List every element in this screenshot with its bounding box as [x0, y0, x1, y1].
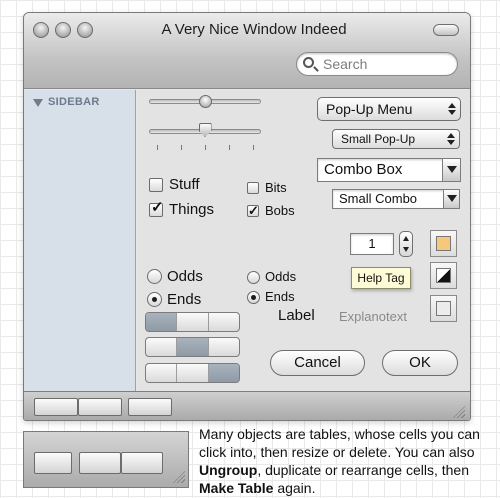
minimize-button[interactable] — [55, 22, 71, 38]
content-area: Pop-Up Menu Small Pop-Up Combo Box Small… — [137, 90, 470, 391]
explanation-note: Many objects are tables, whose cells you… — [199, 425, 499, 497]
segment[interactable] — [177, 364, 209, 382]
combo-box-value: Combo Box — [324, 161, 403, 178]
stepper-up-icon[interactable] — [403, 236, 409, 241]
close-button[interactable] — [33, 22, 49, 38]
help-tag: Help Tag — [351, 267, 411, 289]
small-popup[interactable]: Small Pop-Up — [332, 129, 460, 149]
small-combo-value: Small Combo — [339, 191, 418, 206]
ticked-slider-knob[interactable] — [198, 123, 212, 137]
slider-tick — [205, 145, 206, 150]
title-bar[interactable]: A Very Nice Window Indeed — [24, 13, 470, 89]
small-combo-button[interactable] — [443, 190, 459, 208]
color-well-orange[interactable] — [430, 230, 457, 257]
search-field[interactable] — [296, 52, 458, 76]
checkbox-stuff-label: Stuff — [169, 176, 200, 193]
small-radio-odds[interactable] — [247, 271, 260, 284]
checkbox-stuff[interactable] — [149, 178, 163, 192]
stepper-control[interactable] — [399, 231, 413, 257]
checkbox-things-label: Things — [169, 201, 215, 218]
segment[interactable] — [146, 313, 178, 331]
explanatory-text: Explanotext — [339, 309, 407, 324]
combo-box[interactable]: Combo Box — [317, 158, 461, 182]
small-combo-box[interactable]: Small Combo — [332, 189, 460, 209]
radio-dot — [251, 295, 256, 300]
small-radio-odds-label: Odds — [265, 269, 297, 284]
combo-box-button[interactable] — [442, 159, 460, 181]
segment[interactable] — [209, 338, 239, 356]
checkbox-bobs[interactable]: ✓ — [247, 203, 259, 218]
note-make-table: Make Table — [199, 480, 274, 496]
segment[interactable] — [146, 364, 178, 382]
segment[interactable] — [177, 313, 209, 331]
stepper-down-icon[interactable] — [403, 247, 409, 252]
chevron-down-icon — [447, 166, 457, 173]
color-well-blank[interactable] — [430, 295, 457, 322]
bottom-bar-button[interactable] — [128, 398, 172, 416]
popup-arrows-icon — [447, 101, 457, 117]
small-radio-ends[interactable] — [247, 291, 260, 304]
bottom-bar-button[interactable] — [78, 398, 122, 416]
segment[interactable] — [177, 338, 209, 356]
checkbox-bits-label: Bits — [265, 180, 287, 195]
slider-tick — [229, 145, 230, 150]
chevron-down-icon — [447, 195, 457, 202]
sidebar: SIDEBAR — [24, 90, 136, 391]
slider-tick — [157, 145, 158, 150]
segmented-control-2[interactable] — [145, 337, 240, 357]
popup-menu[interactable]: Pop-Up Menu — [317, 97, 461, 121]
checkmark-icon: ✓ — [248, 203, 259, 218]
cancel-button[interactable]: Cancel — [270, 350, 365, 376]
resize-grip-icon[interactable] — [173, 471, 185, 483]
segment[interactable] — [208, 364, 239, 382]
note-ungroup: Ungroup — [199, 462, 258, 478]
checkbox-bits[interactable] — [247, 182, 259, 194]
segmented-control-3[interactable] — [145, 363, 240, 383]
bottom-bar-button[interactable] — [34, 398, 78, 416]
demo-cell-button[interactable] — [121, 452, 163, 474]
color-swatch — [436, 236, 451, 251]
search-icon-handle — [313, 66, 319, 72]
popup-arrows-icon — [446, 131, 456, 147]
note-text: , duplicate or rearrange cells, then — [257, 462, 470, 478]
demo-cell-button[interactable] — [34, 452, 72, 474]
note-text: again. — [273, 480, 316, 496]
color-swatch — [436, 268, 451, 283]
search-input[interactable] — [323, 56, 451, 72]
bottom-bar — [24, 391, 470, 420]
segmented-control-1[interactable] — [145, 312, 240, 332]
color-swatch — [436, 301, 451, 316]
small-popup-label: Small Pop-Up — [341, 132, 416, 146]
popup-menu-label: Pop-Up Menu — [326, 101, 413, 117]
checkbox-bobs-label: Bobs — [265, 203, 295, 218]
field-label: Label — [278, 307, 315, 324]
slider-tick — [253, 145, 254, 150]
disclosure-triangle-icon[interactable] — [33, 99, 43, 107]
color-well-black-white[interactable] — [430, 262, 457, 289]
demo-cell-button[interactable] — [79, 452, 121, 474]
segment[interactable] — [209, 313, 239, 331]
note-text: Many objects are tables, whose cells you… — [199, 426, 480, 460]
table-demo — [23, 431, 189, 488]
window-title: A Very Nice Window Indeed — [161, 21, 347, 38]
zoom-button[interactable] — [77, 22, 93, 38]
checkmark-icon: ✓ — [151, 199, 164, 216]
checkbox-things[interactable]: ✓ — [149, 199, 164, 217]
ok-button[interactable]: OK — [382, 350, 458, 376]
slider-knob[interactable] — [198, 95, 212, 108]
resize-grip-icon[interactable] — [453, 406, 465, 418]
radio-dot — [152, 297, 157, 302]
search-icon — [303, 57, 314, 68]
small-radio-ends-label: Ends — [265, 289, 295, 304]
radio-odds[interactable] — [147, 269, 162, 284]
radio-ends-label: Ends — [167, 291, 202, 308]
window: A Very Nice Window Indeed SIDEBAR Pop-Up… — [23, 12, 471, 421]
radio-ends[interactable] — [147, 292, 162, 307]
radio-odds-label: Odds — [167, 268, 203, 285]
toolbar-toggle-button[interactable] — [433, 24, 459, 36]
slider-tick — [181, 145, 182, 150]
segment[interactable] — [146, 338, 178, 356]
sidebar-header: SIDEBAR — [48, 96, 100, 108]
number-field[interactable]: 1 — [350, 233, 394, 255]
